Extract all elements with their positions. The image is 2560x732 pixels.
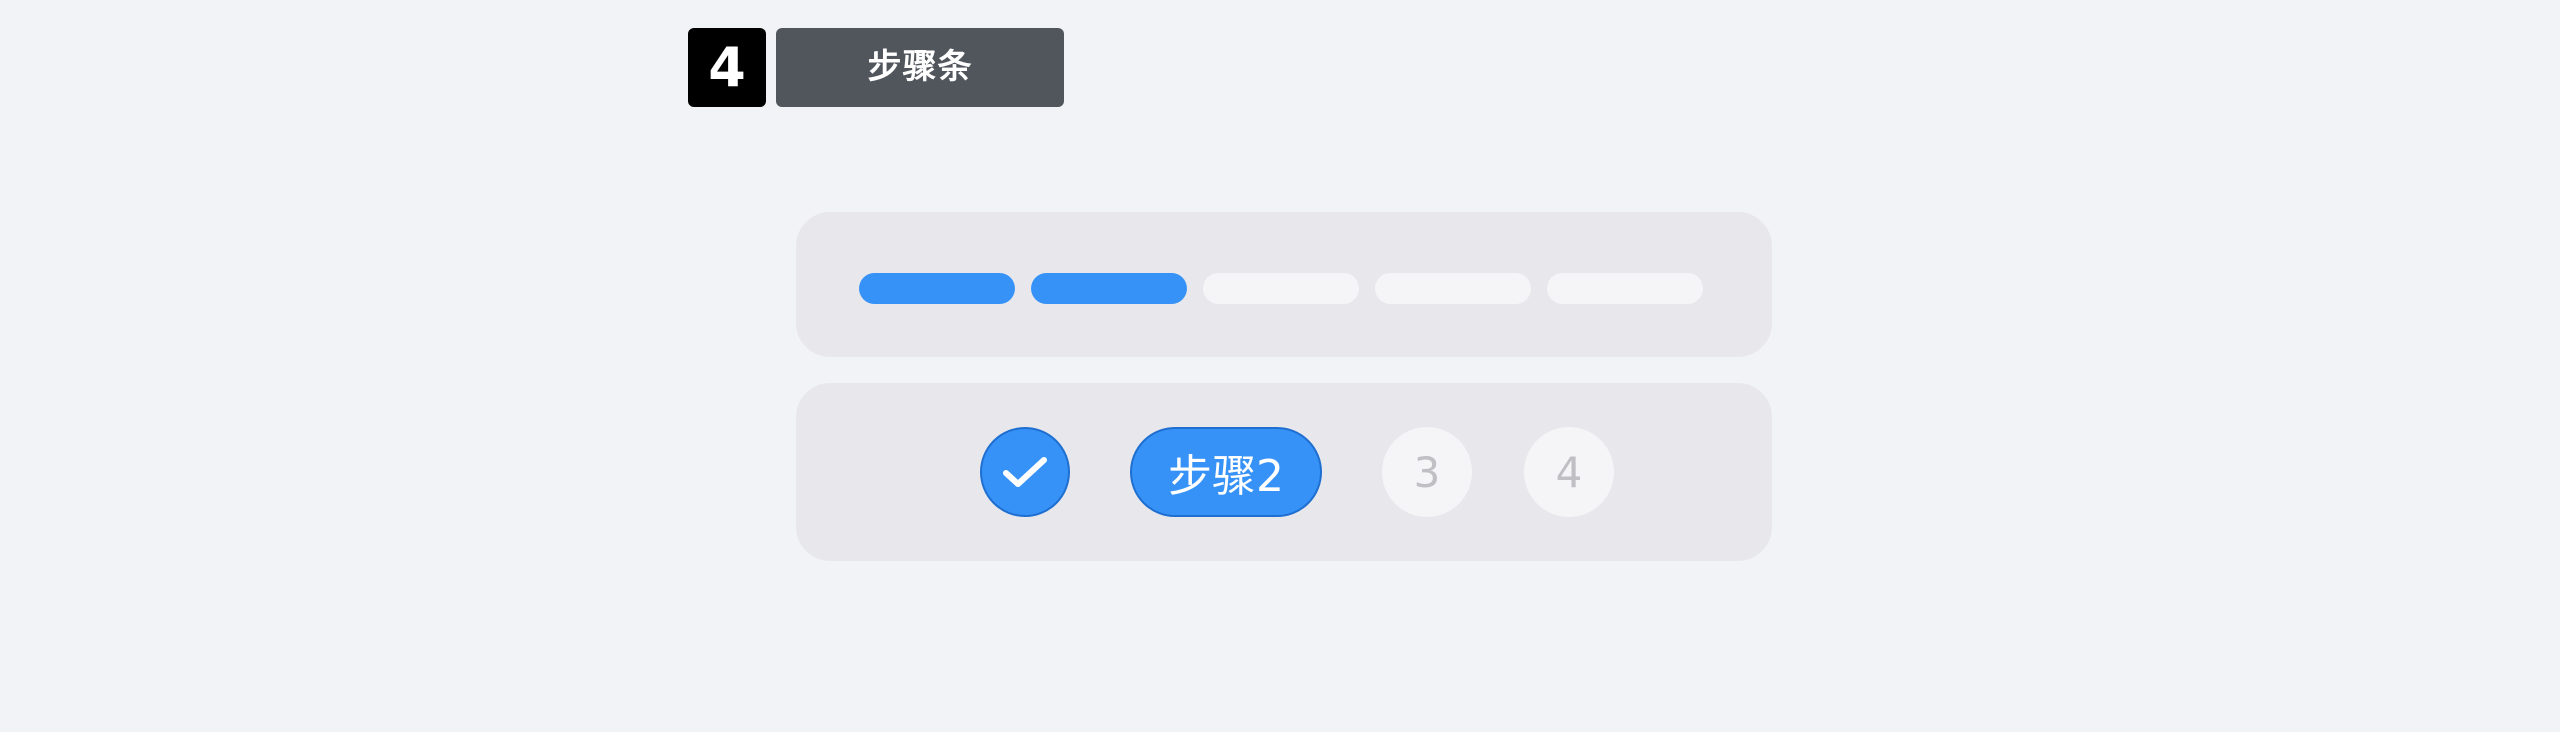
section-number-badge: 4 <box>688 28 766 107</box>
step-3-label: 3 <box>1413 447 1441 497</box>
stepper-card: 步骤2 3 4 <box>796 383 1772 561</box>
progress-segment-1 <box>859 273 1015 304</box>
canvas <box>658 0 1906 732</box>
check-icon <box>1000 452 1050 492</box>
progress-segment-5 <box>1547 273 1703 304</box>
step-2-label: 步骤2 <box>1168 451 1284 502</box>
section-title: 步骤条 <box>776 28 1064 107</box>
stepper: 步骤2 3 4 <box>980 427 1614 517</box>
step-3-pending[interactable]: 3 <box>1382 427 1472 517</box>
progress-bar-card <box>796 212 1772 357</box>
progress-segment-3 <box>1203 273 1359 304</box>
segmented-progress-bar <box>859 273 1703 304</box>
step-4-label: 4 <box>1555 447 1583 497</box>
step-2-current[interactable]: 步骤2 <box>1130 427 1322 517</box>
step-1-completed[interactable] <box>980 427 1070 517</box>
progress-segment-2 <box>1031 273 1187 304</box>
step-4-pending[interactable]: 4 <box>1524 427 1614 517</box>
progress-segment-4 <box>1375 273 1531 304</box>
